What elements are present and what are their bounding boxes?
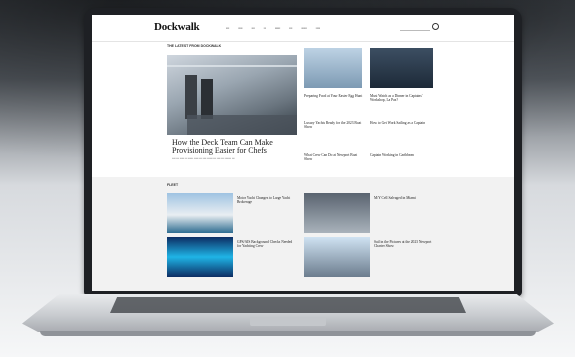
hero-image[interactable]: [167, 55, 297, 135]
nav-item[interactable]: ▪▪▪▪▪: [275, 26, 280, 30]
lower-section: [92, 177, 514, 291]
article-title[interactable]: Luxury Yachts Ready for the 2023 Boat Sh…: [304, 121, 364, 129]
article-thumbnail[interactable]: [304, 48, 362, 88]
article-title[interactable]: Sail in the Pictures at the 2023 Newport…: [374, 240, 434, 248]
laptop-keyboard: [110, 297, 466, 313]
article-thumbnail[interactable]: [370, 48, 433, 88]
article-title[interactable]: GPS/AIS Background Checks Needed for Yac…: [237, 240, 297, 248]
nav-item[interactable]: ▪▪▪: [289, 26, 292, 30]
search-input[interactable]: [400, 25, 430, 31]
article-thumbnail[interactable]: [304, 237, 370, 277]
nav-item[interactable]: ▪▪▪: [226, 26, 229, 30]
article-title[interactable]: Must Watch as a Dinner in Captains' Work…: [370, 94, 430, 102]
laptop-trackpad: [250, 317, 326, 326]
article-thumbnail[interactable]: [167, 237, 233, 277]
laptop-screen: Dockwalk ▪▪▪ ▪▪▪▪ ▪▪▪ ▪▪ ▪▪▪▪▪ ▪▪▪ ▪▪▪▪▪…: [92, 15, 514, 291]
article-title[interactable]: Motor Yacht Changes to Large Yacht Broke…: [237, 196, 297, 204]
article-title[interactable]: Preparing Food at Your Easter Egg Hunt: [304, 94, 364, 98]
nav-item[interactable]: ▪▪▪▪: [316, 26, 320, 30]
nav-item[interactable]: ▪▪: [264, 26, 266, 30]
article-thumbnail[interactable]: [167, 193, 233, 233]
nav-item[interactable]: ▪▪▪▪: [238, 26, 242, 30]
nav-item[interactable]: ▪▪▪: [251, 26, 254, 30]
section-heading: THE LATEST FROM DOCKWALK: [167, 44, 222, 48]
laptop-foot: [40, 331, 536, 336]
article-title[interactable]: Captain Working in Caribbean: [370, 153, 430, 157]
hero-description: ▪▪▪▪ ▪▪▪ ▪▪▪▪▪ ▪▪ ▪▪▪▪▪▪ ▪▪▪▪▪ ▪▪▪ ▪▪▪▪ …: [172, 157, 235, 160]
hero-title[interactable]: How the Deck Team Can Make Provisioning …: [172, 139, 297, 155]
site-logo[interactable]: Dockwalk: [154, 21, 200, 33]
nav-menu: ▪▪▪ ▪▪▪▪ ▪▪▪ ▪▪ ▪▪▪▪▪ ▪▪▪ ▪▪▪▪▪ ▪▪▪▪: [226, 26, 320, 30]
article-thumbnail[interactable]: [304, 193, 370, 233]
site-navbar: Dockwalk ▪▪▪ ▪▪▪▪ ▪▪▪ ▪▪ ▪▪▪▪▪ ▪▪▪ ▪▪▪▪▪…: [92, 15, 514, 42]
article-title[interactable]: What Crew Can Do at Newport Boat Show: [304, 153, 364, 161]
article-title[interactable]: M/Y Cell Salvaged in Miami: [374, 196, 434, 200]
section-heading: FLEET: [167, 183, 179, 187]
search-icon[interactable]: [432, 23, 439, 30]
article-title[interactable]: How to Get Work Sailing as a Captain: [370, 121, 430, 125]
nav-item[interactable]: ▪▪▪▪▪: [301, 26, 306, 30]
